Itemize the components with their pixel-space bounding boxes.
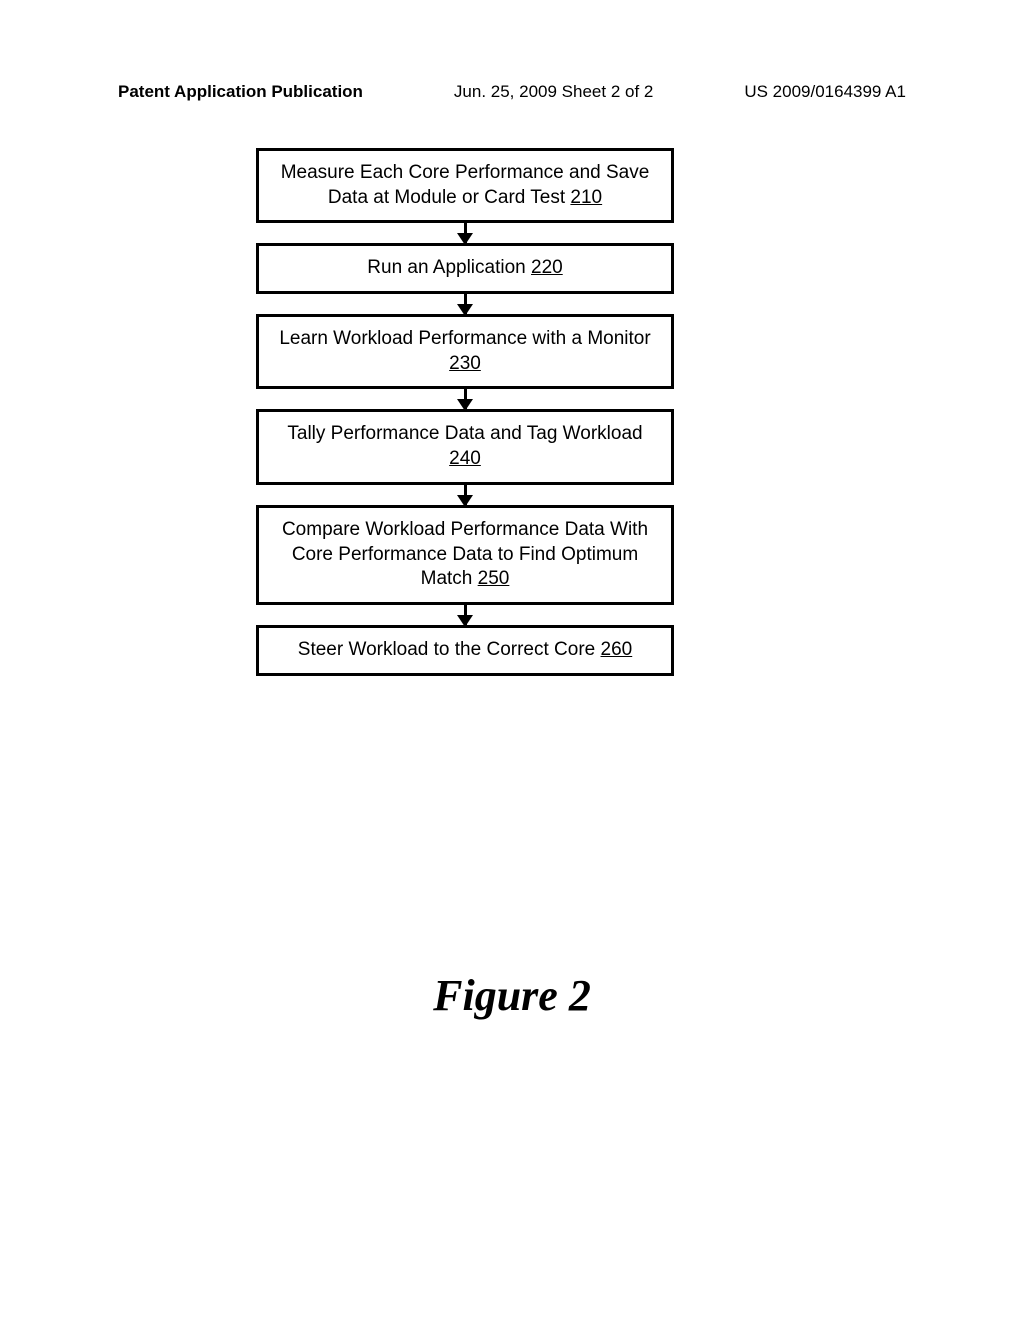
header-right-text: US 2009/0164399 A1 xyxy=(744,82,906,102)
box-text: Run an Application xyxy=(367,257,531,278)
box-text: Steer Workload to the Correct Core xyxy=(298,639,601,660)
page-header: Patent Application Publication Jun. 25, … xyxy=(0,82,1024,102)
box-text: Learn Workload Performance with a Monito… xyxy=(279,328,650,349)
flowchart-arrow-icon xyxy=(464,294,467,314)
header-left-text: Patent Application Publication xyxy=(118,82,363,102)
box-ref: 240 xyxy=(449,448,481,469)
flowchart-box-220: Run an Application 220 xyxy=(256,243,674,294)
box-ref: 230 xyxy=(449,353,481,374)
flowchart-box-260: Steer Workload to the Correct Core 260 xyxy=(256,625,674,676)
flowchart-container: Measure Each Core Performance and Save D… xyxy=(256,148,674,676)
header-mid-text: Jun. 25, 2009 Sheet 2 of 2 xyxy=(454,82,653,102)
box-text: Tally Performance Data and Tag Workload xyxy=(287,423,642,444)
box-text: Compare Workload Performance Data With C… xyxy=(282,519,648,589)
box-ref: 220 xyxy=(531,257,563,278)
flowchart-box-240: Tally Performance Data and Tag Workload … xyxy=(256,409,674,484)
flowchart-arrow-icon xyxy=(464,605,467,625)
box-ref: 210 xyxy=(570,187,602,208)
flowchart-box-230: Learn Workload Performance with a Monito… xyxy=(256,314,674,389)
flowchart-arrow-icon xyxy=(464,223,467,243)
flowchart-box-210: Measure Each Core Performance and Save D… xyxy=(256,148,674,223)
box-ref: 250 xyxy=(478,568,510,589)
flowchart-arrow-icon xyxy=(464,485,467,505)
box-ref: 260 xyxy=(601,639,633,660)
flowchart-box-250: Compare Workload Performance Data With C… xyxy=(256,505,674,605)
figure-label: Figure 2 xyxy=(0,970,1024,1021)
flowchart-arrow-icon xyxy=(464,389,467,409)
